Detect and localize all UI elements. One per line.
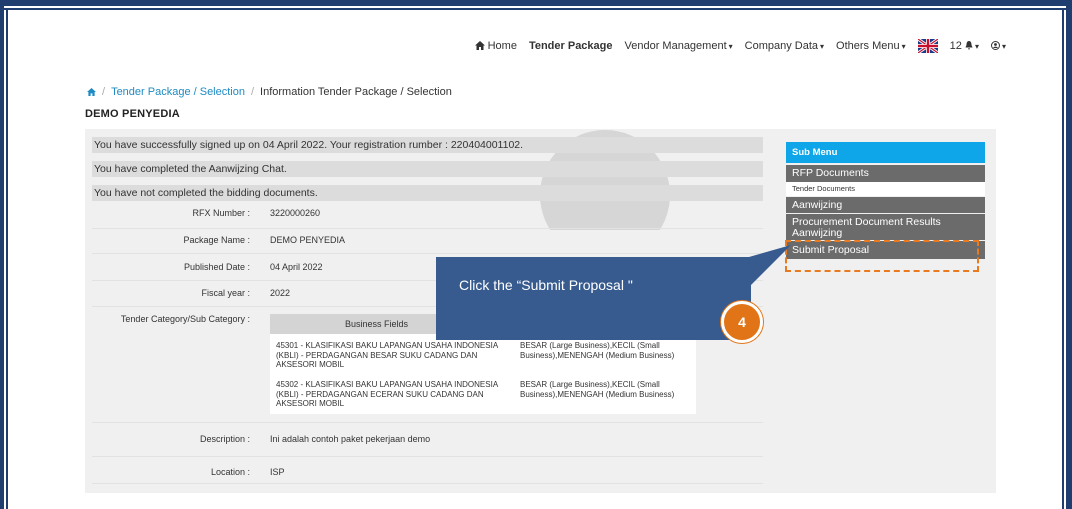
chevron-down-icon: ▾ — [974, 42, 979, 51]
nav-home-label: Home — [487, 40, 517, 52]
submit-proposal-highlight — [785, 240, 979, 272]
frame-border-right-inner — [1062, 8, 1064, 509]
notification-count: 12 — [949, 40, 962, 52]
bell-icon — [965, 41, 973, 50]
business-category-cell: BESAR (Large Business),KECIL (Small Busi… — [520, 341, 675, 360]
detail-row-rfx: RFX Number : 3220000260 — [92, 203, 763, 229]
fiscal-year-label: Fiscal year : — [201, 288, 250, 298]
sub-menu-tender-documents[interactable]: Tender Documents — [786, 182, 985, 196]
chevron-down-icon: ▾ — [820, 42, 825, 51]
detail-row-description: Description : Ini adalah contoh paket pe… — [92, 424, 763, 457]
nav-others-menu-label: Others Menu — [836, 40, 900, 52]
chevron-down-icon: ▾ — [901, 42, 906, 51]
frame-border-left-inner — [6, 8, 8, 509]
location-label: Location : — [210, 467, 250, 477]
notice-registration-text: You have successfully signed up on 04 Ap… — [94, 139, 524, 151]
business-category-cell: BESAR (Large Business),KECIL (Small Busi… — [520, 380, 675, 399]
user-menu-button[interactable]: ▾ — [990, 40, 1006, 52]
location-value: ISP — [270, 467, 285, 477]
frame-border-top — [0, 0, 1072, 6]
breadcrumb-separator: / — [250, 86, 255, 98]
notice-aanwijzing: You have completed the Aanwijzing Chat. — [92, 161, 763, 177]
description-value: Ini adalah contoh paket pekerjaan demo — [270, 434, 431, 444]
sub-menu-aanwijzing[interactable]: Aanwijzing — [786, 197, 985, 213]
rfx-number-label: RFX Number : — [192, 208, 250, 218]
nav-home[interactable]: Home — [474, 40, 517, 52]
home-icon[interactable] — [87, 88, 96, 96]
tutorial-callout: Click the “Submit Proposal " — [436, 257, 751, 340]
page-title: DEMO PENYEDIA — [85, 108, 180, 120]
breadcrumb-current: Information Tender Package / Selection — [260, 86, 452, 98]
sub-menu-title: Sub Menu — [786, 142, 985, 163]
nav-tender-package[interactable]: Tender Package — [529, 40, 613, 52]
nav-company-data[interactable]: Company Data ▾ — [745, 40, 824, 52]
frame-border-top-inner — [0, 8, 1072, 10]
frame-border-left — [0, 0, 4, 509]
fiscal-year-value: 2022 — [270, 288, 291, 298]
callout-text: Click the “Submit Proposal " — [459, 277, 633, 293]
language-flag-button[interactable] — [917, 39, 938, 53]
breadcrumb-tender-selection-link[interactable]: Tender Package / Selection — [111, 86, 245, 98]
top-navigation: Home Tender Package Vendor Management ▾ C… — [474, 39, 1006, 53]
rfx-number-value: 3220000260 — [270, 208, 321, 218]
nav-vendor-management[interactable]: Vendor Management ▾ — [625, 40, 733, 52]
notice-aanwijzing-text: You have completed the Aanwijzing Chat. — [94, 163, 287, 175]
breadcrumb: / Tender Package / Selection / Informati… — [87, 86, 452, 98]
frame-border-right — [1066, 0, 1072, 509]
nav-vendor-management-label: Vendor Management — [624, 40, 727, 52]
sub-menu-procurement-results[interactable]: Procurement Document Results Aanwijzing — [786, 214, 985, 240]
published-date-value: 04 April 2022 — [270, 262, 323, 272]
package-name-value: DEMO PENYEDIA — [270, 235, 346, 245]
tender-category-label: Tender Category/Sub Category : — [120, 314, 250, 324]
notifications-button[interactable]: 12 ▾ — [950, 40, 979, 52]
package-name-label: Package Name : — [183, 235, 250, 245]
callout-pointer — [749, 245, 791, 287]
notice-bidding: You have not completed the bidding docum… — [92, 185, 763, 201]
business-field-cell: 45302 - KLASIFIKASI BAKU LAPANGAN USAHA … — [276, 380, 498, 408]
uk-flag-icon — [917, 39, 938, 53]
home-icon — [474, 41, 485, 50]
detail-row-package: Package Name : DEMO PENYEDIA — [92, 228, 763, 254]
chevron-down-icon: ▾ — [728, 42, 733, 51]
user-icon — [990, 41, 1000, 50]
published-date-label: Published Date : — [183, 262, 250, 272]
nav-company-data-label: Company Data — [744, 40, 819, 52]
step-badge: 4 — [721, 301, 763, 343]
nav-others-menu[interactable]: Others Menu ▾ — [836, 40, 906, 52]
notice-bidding-text: You have not completed the bidding docum… — [94, 187, 318, 199]
chevron-down-icon: ▾ — [1001, 42, 1006, 51]
detail-row-location: Location : ISP — [92, 457, 763, 484]
breadcrumb-separator: / — [102, 86, 106, 98]
description-label: Description : — [199, 434, 250, 444]
notice-registration: You have successfully signed up on 04 Ap… — [92, 137, 763, 153]
business-fields-header-label: Business Fields — [345, 319, 409, 329]
business-field-cell: 45301 - KLASIFIKASI BAKU LAPANGAN USAHA … — [276, 341, 498, 369]
sub-menu-rfp-documents[interactable]: RFP Documents — [786, 165, 985, 182]
